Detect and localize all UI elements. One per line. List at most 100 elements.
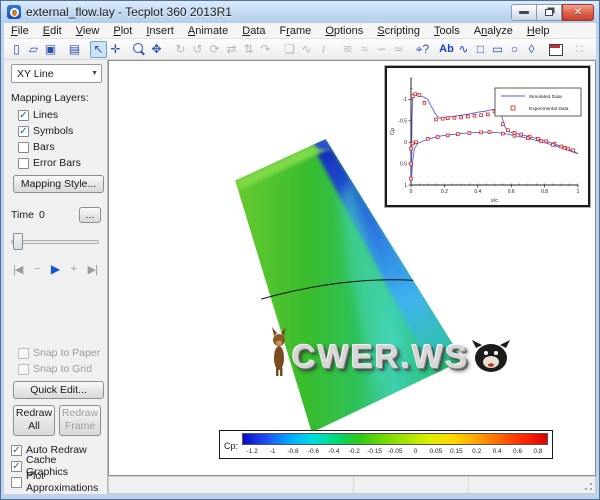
svg-text:Experimental Data: Experimental Data: [529, 106, 569, 112]
checkbox-snap-to-grid: Snap to Grid: [18, 361, 101, 377]
svg-text:0: 0: [410, 189, 413, 195]
text-tool-icon[interactable]: Ab: [438, 41, 455, 58]
restore-icon: [545, 9, 553, 16]
cp-chart: 00.20.40.60.81-1-0.500.51x/cCpSimulated …: [387, 68, 588, 205]
svg-text:-0.5: -0.5: [398, 119, 407, 125]
tecplot-window: external_flow.lay - Tecplot 360 2013R1 ✕…: [0, 0, 600, 500]
checkbox-label: Snap to Grid: [33, 363, 92, 375]
scatter-dots-icon: ∷: [571, 41, 588, 58]
checkbox-bars[interactable]: Bars: [18, 139, 101, 155]
checkbox-box-icon: [18, 158, 29, 169]
zoom-tool-icon[interactable]: [131, 41, 148, 58]
checkbox-box-icon: ✓: [18, 126, 29, 137]
frame-tool-icon[interactable]: [547, 41, 564, 58]
contour-legend: Cp: -1.2-1-0.8-0.6-0.4-0.2-0.15-0.0500.0…: [219, 430, 553, 459]
redraw-all-button[interactable]: Redraw All: [13, 405, 55, 436]
svg-text:1: 1: [577, 189, 580, 195]
svg-text:0.6: 0.6: [508, 189, 515, 195]
colorbar-tick: -1.2: [242, 448, 262, 455]
restore-button[interactable]: [537, 4, 562, 21]
snap-options-group: Snap to Paper Snap to Grid: [11, 345, 101, 377]
status-segment: [354, 477, 469, 493]
extract-points-icon: ∽: [373, 41, 390, 58]
new-file-icon[interactable]: ▯: [8, 41, 25, 58]
menu-scripting[interactable]: Scripting: [370, 25, 427, 37]
colorbar-tick: 0.4: [487, 448, 507, 455]
streamtrace-add-icon: ∿: [298, 41, 315, 58]
play-button[interactable]: ▶: [51, 262, 59, 276]
extract-line-icon: ≃: [390, 41, 407, 58]
checkbox-lines[interactable]: ✓ Lines: [18, 107, 101, 123]
menu-animate[interactable]: Animate: [181, 25, 235, 37]
checkbox-label: Plot Approximations: [26, 470, 101, 494]
menu-insert[interactable]: Insert: [139, 25, 181, 37]
plot-type-value: XY Line: [17, 68, 54, 80]
time-value: 0: [39, 209, 45, 221]
svg-text:Simulated Data: Simulated Data: [529, 94, 562, 100]
square-tool-icon[interactable]: □: [472, 41, 489, 58]
probe-tool-icon[interactable]: ⌖?: [414, 41, 431, 58]
quick-edit-button[interactable]: Quick Edit...: [13, 381, 104, 399]
checkbox-error-bars[interactable]: Error Bars: [18, 155, 101, 171]
colorbar-ticks: -1.2-1-0.8-0.6-0.4-0.2-0.15-0.0500.050.1…: [242, 445, 548, 457]
menu-view[interactable]: View: [69, 25, 107, 37]
menu-frame[interactable]: Frame: [273, 25, 319, 37]
checkbox-label: Error Bars: [33, 157, 81, 169]
translate-tool-icon[interactable]: ✥: [148, 41, 165, 58]
circle-tool-icon[interactable]: ○: [506, 41, 523, 58]
checkbox-plot-approximations[interactable]: Plot Approximations: [11, 474, 101, 490]
select-tool-icon[interactable]: ↖: [90, 41, 107, 58]
redraw-options-group: ✓Auto Redraw✓Cache GraphicsPlot Approxim…: [11, 442, 101, 490]
print-icon[interactable]: ▤: [66, 41, 83, 58]
checkbox-symbols[interactable]: ✓Symbols: [18, 123, 101, 139]
plot-canvas[interactable]: CWER.WS 00.20.40.60.81-1-0.500.51x/cCpSi…: [108, 60, 596, 476]
checkbox-snap-to-paper: Snap to Paper: [18, 345, 101, 361]
menu-data[interactable]: Data: [235, 25, 272, 37]
open-file-icon[interactable]: ▱: [25, 41, 42, 58]
title-bar[interactable]: external_flow.lay - Tecplot 360 2013R1 ✕: [1, 1, 599, 23]
adjust-tool-icon[interactable]: ✛: [107, 41, 124, 58]
menu-help[interactable]: Help: [520, 25, 557, 37]
save-icon[interactable]: ▣: [42, 41, 59, 58]
rotate-rollerball-icon: ↺: [189, 41, 206, 58]
toolbar: ▯▱▣▤↖✛✥↻↺⟳⇄⇅↷❏∿≀≋≈∽≃⌖?Ab∿□▭○◊∷: [4, 39, 596, 60]
dropdown-arrow-icon: ▼: [91, 70, 98, 77]
minimize-button[interactable]: [511, 4, 537, 21]
slider-handle[interactable]: [13, 233, 23, 250]
step-forward-button: +: [71, 263, 76, 275]
close-button[interactable]: ✕: [562, 4, 594, 21]
time-more-button[interactable]: ...: [79, 207, 101, 223]
svg-text:0.5: 0.5: [400, 161, 407, 167]
colorbar-label: Cp:: [224, 433, 238, 457]
plot-type-select[interactable]: XY Line ▼: [11, 64, 102, 83]
menu-file[interactable]: File: [4, 25, 36, 37]
menu-analyze[interactable]: Analyze: [467, 25, 520, 37]
time-slider[interactable]: [11, 233, 99, 250]
colorbar-tick: -0.2: [344, 448, 364, 455]
svg-text:0.2: 0.2: [441, 189, 448, 195]
ellipse-tool-icon[interactable]: ◊: [523, 41, 540, 58]
checkbox-box-icon: ✓: [18, 110, 29, 121]
menu-plot[interactable]: Plot: [106, 25, 139, 37]
polyline-tool-icon[interactable]: ∿: [455, 41, 472, 58]
resize-grip[interactable]: [582, 480, 594, 492]
minimize-icon: [519, 11, 529, 14]
menu-edit[interactable]: Edit: [36, 25, 69, 37]
menu-tools[interactable]: Tools: [427, 25, 467, 37]
mapping-style-button[interactable]: Mapping Style...: [13, 175, 104, 193]
mapping-layers-group: ✓ Lines ✓Symbols Bars Error Bars: [11, 107, 101, 171]
slider-track: [11, 240, 99, 244]
checkbox-label: Bars: [33, 141, 55, 153]
rectangle-tool-icon[interactable]: ▭: [489, 41, 506, 58]
contour-add-icon: ≋: [339, 41, 356, 58]
watermark-text: CWER.WS: [292, 338, 469, 376]
time-label: Time: [11, 209, 34, 221]
colorbar-tick: 0.6: [507, 448, 527, 455]
checkbox-box-icon: ✓: [11, 445, 22, 456]
checkbox-label: Lines: [33, 109, 58, 121]
cp-inset-frame[interactable]: 00.20.40.60.81-1-0.500.51x/cCpSimulated …: [385, 66, 590, 207]
menu-options[interactable]: Options: [318, 25, 370, 37]
colorbar-tick: 0: [405, 448, 425, 455]
svg-text:Cp: Cp: [390, 128, 396, 135]
status-bar: [108, 476, 596, 494]
